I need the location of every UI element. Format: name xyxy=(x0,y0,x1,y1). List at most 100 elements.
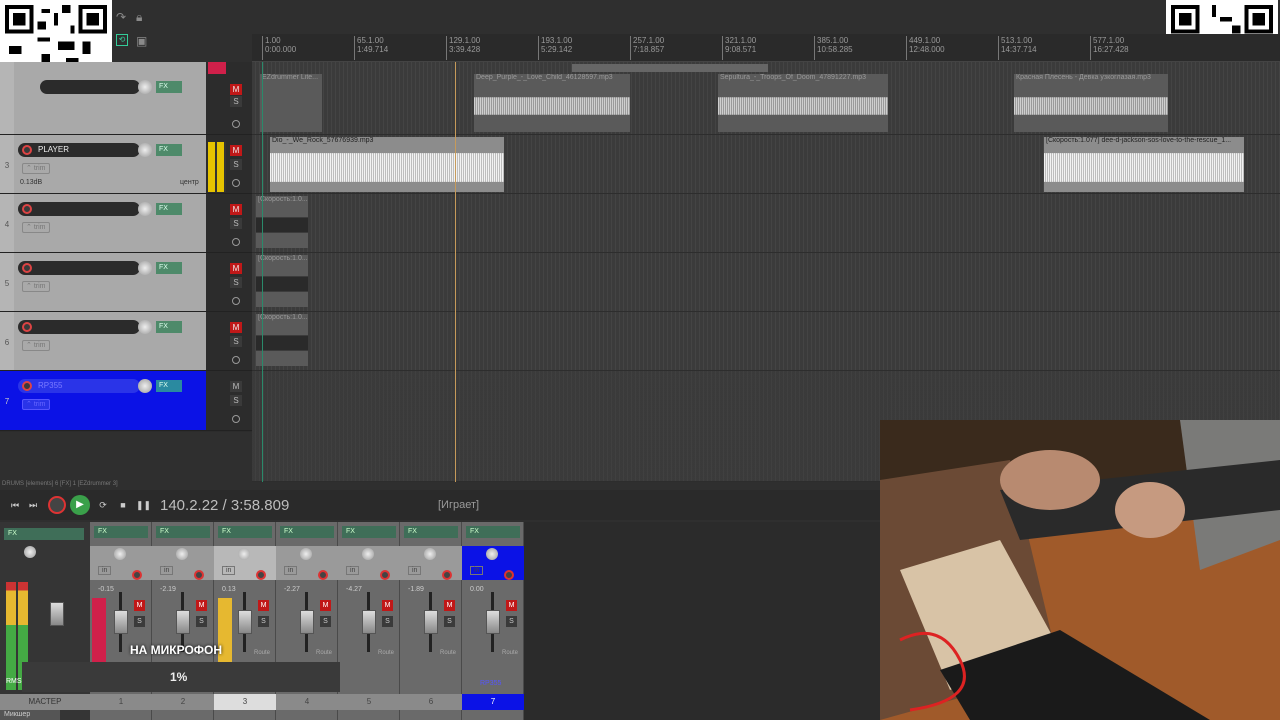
phase-icon[interactable] xyxy=(232,179,240,187)
strip-input-button[interactable]: in xyxy=(284,566,298,575)
strip-pan-knob[interactable] xyxy=(114,548,126,560)
track-5[interactable]: 5 FX ⌃ trim M S xyxy=(0,253,252,312)
track-6[interactable]: 6 FX ⌃ trim M S xyxy=(0,312,252,371)
fx-button[interactable]: FX xyxy=(156,81,182,93)
strip-input-button[interactable]: in xyxy=(408,566,422,575)
volume-knob[interactable] xyxy=(138,80,152,94)
strip-record-arm[interactable] xyxy=(256,570,266,580)
strip-solo-button[interactable]: S xyxy=(382,616,393,627)
record-arm-button[interactable] xyxy=(22,145,32,155)
strip-fader[interactable] xyxy=(486,610,500,634)
media-item[interactable]: Sepultura_-_Troops_Of_Doom_47891227.mp3 xyxy=(718,74,888,132)
strip-mute-button[interactable]: M xyxy=(134,600,145,611)
strip-mute-button[interactable]: M xyxy=(506,600,517,611)
strip-fx-button[interactable]: FX xyxy=(218,526,272,538)
solo-button[interactable]: S xyxy=(230,96,242,107)
strip-fader[interactable] xyxy=(238,610,252,634)
strip-route-button[interactable]: Route xyxy=(502,650,518,656)
volume-knob[interactable] xyxy=(138,261,152,275)
pause-icon[interactable]: ❚❚ xyxy=(136,498,151,512)
track-name[interactable]: PLAYER xyxy=(18,143,140,157)
fx-button[interactable]: FX xyxy=(156,203,182,215)
timeline-ruler[interactable]: 1.00 0:00.000 65.1.00 1:49.714 129.1.00 3:39.… xyxy=(252,34,1280,62)
strip-input-button[interactable]: in xyxy=(160,566,174,575)
mixer-strip-5[interactable]: FX in -4.27 M S Route 5 xyxy=(338,522,400,720)
record-arm-button[interactable] xyxy=(22,381,32,391)
strip-pan-knob[interactable] xyxy=(300,548,312,560)
strip-fader[interactable] xyxy=(114,610,128,634)
strip-solo-button[interactable]: S xyxy=(258,616,269,627)
fx-button[interactable]: FX xyxy=(156,380,182,392)
volume-knob[interactable] xyxy=(138,202,152,216)
master-pan-knob[interactable] xyxy=(24,546,36,558)
media-item[interactable]: [Скорость:1.0... xyxy=(256,196,308,248)
mute-button[interactable]: M xyxy=(230,204,242,215)
strip-route-button[interactable]: Route xyxy=(254,650,270,656)
loop-icon[interactable]: ⟲ xyxy=(116,34,128,46)
strip-input-button[interactable]: in xyxy=(222,566,236,575)
track-name[interactable]: RP355 xyxy=(18,379,140,393)
strip-mute-button[interactable]: M xyxy=(382,600,393,611)
strip-input-button[interactable]: in xyxy=(346,566,360,575)
volume-knob[interactable] xyxy=(138,379,152,393)
strip-fx-button[interactable]: FX xyxy=(342,526,396,538)
mute-button[interactable]: M xyxy=(230,145,242,156)
mixer-strip-6[interactable]: FX in -1.89 M S Route 6 xyxy=(400,522,462,720)
strip-mute-button[interactable]: M xyxy=(444,600,455,611)
lane-track-5[interactable]: [Скорость:1.0... xyxy=(252,253,1280,312)
lock-icon[interactable]: 🔒︎ xyxy=(136,10,142,25)
trim-button[interactable]: ⌃ trim xyxy=(22,399,50,410)
strip-mute-button[interactable]: M xyxy=(258,600,269,611)
strip-fader[interactable] xyxy=(176,610,190,634)
strip-route-button[interactable]: Route xyxy=(316,650,332,656)
lane-track-6[interactable]: [Скорость:1.0... xyxy=(252,312,1280,371)
mute-button[interactable]: M xyxy=(230,381,242,392)
strip-record-arm[interactable] xyxy=(132,570,142,580)
phase-icon[interactable] xyxy=(232,415,240,423)
strip-pan-knob[interactable] xyxy=(238,548,250,560)
mute-button[interactable]: M xyxy=(230,322,242,333)
phase-icon[interactable] xyxy=(232,356,240,364)
strip-fader[interactable] xyxy=(362,610,376,634)
strip-mute-button[interactable]: M xyxy=(196,600,207,611)
track-name[interactable] xyxy=(18,320,140,334)
mixer-tab[interactable]: Микшер xyxy=(0,710,60,720)
lock2-icon[interactable]: ▣ xyxy=(136,34,147,48)
solo-button[interactable]: S xyxy=(230,218,242,229)
strip-route-button[interactable]: Route xyxy=(378,650,394,656)
lane-track-3[interactable]: Dio_-_We_Rock_57676939.mp3 [Скорость:1.0… xyxy=(252,135,1280,194)
strip-route-button[interactable]: Route xyxy=(440,650,456,656)
solo-button[interactable]: S xyxy=(230,277,242,288)
phase-icon[interactable] xyxy=(232,297,240,305)
record-arm-button[interactable] xyxy=(22,322,32,332)
lane-track-2[interactable]: EZdrummer Lite... Deep_Purple_-_Love_Chi… xyxy=(252,62,1280,135)
solo-button[interactable]: S xyxy=(230,395,242,406)
strip-fx-button[interactable]: FX xyxy=(466,526,520,538)
strip-input-button[interactable]: in xyxy=(98,566,112,575)
phase-icon[interactable] xyxy=(232,238,240,246)
strip-mute-button[interactable]: M xyxy=(320,600,331,611)
trim-button[interactable]: ⌃ trim xyxy=(22,163,50,174)
solo-button[interactable]: S xyxy=(230,336,242,347)
media-item[interactable]: EZdrummer Lite... xyxy=(260,74,322,132)
mixer-strip-7[interactable]: FX in 0.00 M S Route RP355 7 xyxy=(462,522,524,720)
media-item[interactable]: Dio_-_We_Rock_57676939.mp3 xyxy=(270,137,504,192)
strip-pan-knob[interactable] xyxy=(424,548,436,560)
record-arm-button[interactable] xyxy=(22,204,32,214)
stop-icon[interactable]: ■ xyxy=(116,498,130,512)
strip-solo-button[interactable]: S xyxy=(196,616,207,627)
strip-fader[interactable] xyxy=(300,610,314,634)
track-7[interactable]: 7 RP355 FX ⌃ trim M S xyxy=(0,371,252,431)
arrange-view[interactable]: EZdrummer Lite... Deep_Purple_-_Love_Chi… xyxy=(252,62,1280,482)
master-fader[interactable] xyxy=(50,602,64,626)
strip-solo-button[interactable]: S xyxy=(444,616,455,627)
strip-fx-button[interactable]: FX xyxy=(156,526,210,538)
strip-pan-knob[interactable] xyxy=(176,548,188,560)
volume-knob[interactable] xyxy=(138,320,152,334)
strip-input-button[interactable]: in xyxy=(470,566,484,575)
record-arm-button[interactable] xyxy=(22,263,32,273)
media-item[interactable]: [Скорость:1.077] dee-d-jackson-sos-love-… xyxy=(1044,137,1244,192)
trim-button[interactable]: ⌃ trim xyxy=(22,281,50,292)
strip-record-arm[interactable] xyxy=(194,570,204,580)
go-start-icon[interactable]: ⏮ xyxy=(8,498,22,512)
